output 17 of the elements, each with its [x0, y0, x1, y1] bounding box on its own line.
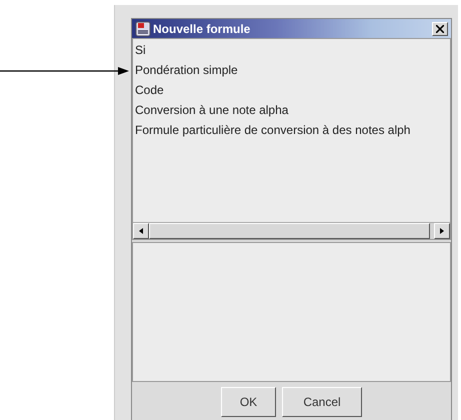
scroll-left-button[interactable] [133, 223, 149, 239]
dialog-button[interactable]: OK [221, 387, 276, 417]
window-title: Nouvelle formule [153, 22, 252, 36]
list-item[interactable]: Conversion à une note alpha [133, 100, 450, 120]
horizontal-scrollbar[interactable] [133, 222, 450, 239]
close-button[interactable] [432, 22, 448, 36]
list-item[interactable]: Formule particulière de conversion à des notes alph [133, 120, 450, 140]
app-icon [135, 20, 151, 36]
list-item[interactable]: Pondération simple [133, 60, 450, 80]
scroll-thumb[interactable] [149, 223, 430, 239]
right-arrow-icon [440, 228, 444, 234]
scroll-right-button[interactable] [434, 223, 450, 239]
list-item[interactable]: Si [133, 40, 450, 60]
close-icon [436, 24, 444, 32]
dialog-button[interactable]: Cancel [282, 387, 362, 417]
list-item[interactable]: Code [133, 80, 450, 100]
left-arrow-icon [139, 228, 143, 234]
